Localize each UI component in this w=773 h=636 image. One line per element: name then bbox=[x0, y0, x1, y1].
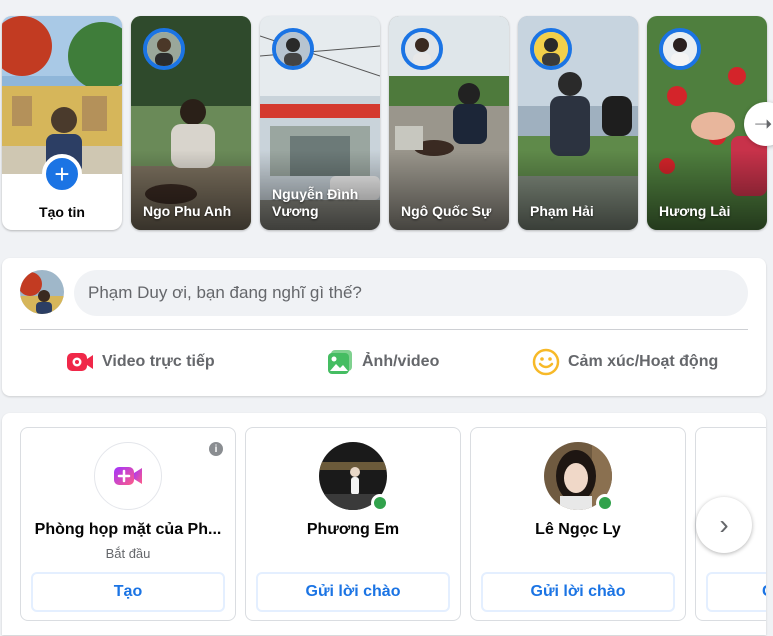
story-card[interactable]: Ngô Quốc Sự bbox=[389, 16, 509, 230]
story-author-name: Phạm Hải bbox=[530, 203, 594, 219]
create-room-button[interactable]: Tạo bbox=[31, 572, 225, 612]
live-video-icon bbox=[66, 351, 94, 373]
online-status-dot bbox=[371, 494, 389, 512]
live-video-button[interactable]: Video trực tiếp bbox=[66, 342, 215, 382]
post-input[interactable]: Phạm Duy ơi, bạn đang nghĩ gì thế? bbox=[74, 270, 748, 316]
feeling-activity-label: Cảm xúc/Hoạt động bbox=[568, 353, 719, 370]
post-composer: Phạm Duy ơi, bạn đang nghĩ gì thế? Video… bbox=[2, 258, 766, 396]
story-avatar bbox=[272, 28, 314, 70]
next-rooms-button[interactable]: › bbox=[696, 497, 752, 553]
user-avatar[interactable] bbox=[20, 270, 64, 314]
create-story-label: Tạo tin bbox=[39, 204, 85, 220]
feeling-activity-button[interactable]: Cảm xúc/Hoạt động bbox=[532, 342, 718, 382]
create-room-card: i Phòng họp mặt của Ph... Bắt đầu Tạo bbox=[20, 427, 236, 621]
friend-card: Phương Em Gửi lời chào bbox=[245, 427, 461, 621]
photo-icon bbox=[326, 349, 354, 375]
info-icon[interactable]: i bbox=[209, 442, 223, 456]
online-status-dot bbox=[596, 494, 614, 512]
rooms-section: i Phòng họp mặt của Ph... Bắt đầu Tạo Ph… bbox=[2, 413, 766, 635]
room-icon-circle bbox=[94, 442, 162, 510]
friend-card: Lê Ngọc Ly Gửi lời chào bbox=[470, 427, 686, 621]
arrow-right-icon: ➝ bbox=[754, 111, 773, 136]
live-video-label: Video trực tiếp bbox=[102, 353, 215, 370]
story-card[interactable]: Ngo Phu Anh bbox=[131, 16, 251, 230]
add-story-icon[interactable]: + bbox=[42, 154, 82, 194]
story-avatar bbox=[401, 28, 443, 70]
room-subtitle: Bắt đầu bbox=[105, 546, 151, 561]
story-card[interactable]: Phạm Hải bbox=[518, 16, 638, 230]
stories-tray: + Tạo tin Ngo Phu Anh Nguyễn Đình Vương … bbox=[0, 16, 773, 232]
story-avatar bbox=[530, 28, 572, 70]
video-room-icon bbox=[114, 467, 142, 485]
create-story-photo bbox=[2, 16, 122, 174]
story-avatar bbox=[659, 28, 701, 70]
composer-divider bbox=[20, 329, 748, 330]
say-hi-button[interactable]: Gửi lời chào bbox=[481, 572, 675, 612]
friend-name: Phương Em bbox=[306, 521, 400, 538]
story-author-name: Hương Lài bbox=[659, 203, 731, 219]
chevron-right-icon: › bbox=[719, 509, 729, 540]
create-story-card[interactable]: + Tạo tin bbox=[2, 16, 122, 230]
story-card[interactable]: Nguyễn Đình Vương bbox=[260, 16, 380, 230]
friend-name: Lê Ngọc Ly bbox=[535, 521, 621, 538]
photo-video-button[interactable]: Ảnh/video bbox=[326, 342, 439, 382]
room-title: Phòng họp mặt của Ph... bbox=[34, 521, 222, 538]
story-author-name: Nguyễn Đình Vương bbox=[272, 186, 359, 219]
story-author-name: Ngo Phu Anh bbox=[143, 203, 232, 219]
feeling-icon bbox=[532, 348, 560, 376]
photo-video-label: Ảnh/video bbox=[362, 353, 440, 370]
say-hi-button[interactable]: Gửi lời chào bbox=[256, 572, 450, 612]
story-author-name: Ngô Quốc Sự bbox=[401, 203, 492, 219]
story-avatar bbox=[143, 28, 185, 70]
say-hi-button-partial[interactable]: G bbox=[706, 572, 766, 612]
